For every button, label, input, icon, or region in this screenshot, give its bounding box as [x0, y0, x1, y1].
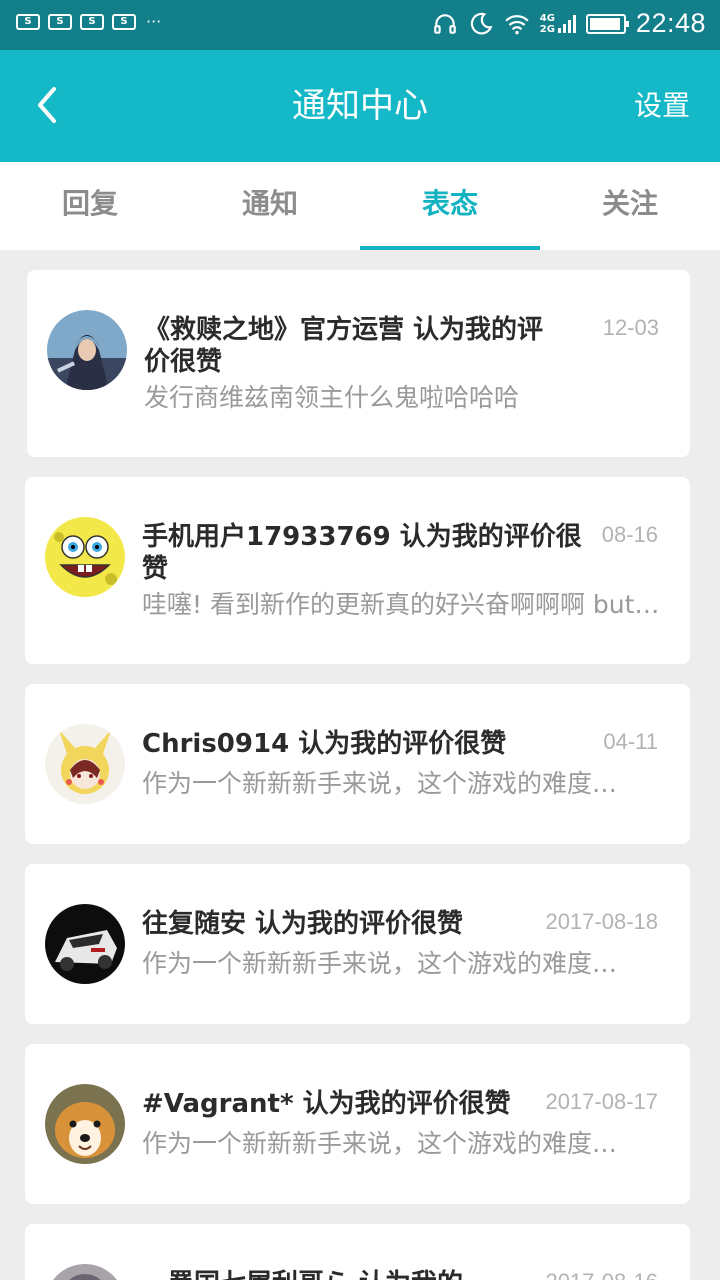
notification-card[interactable]: 往复随安 认为我的评价很赞 2017-08-18 作为一个新新新手来说，这个游戏… — [25, 864, 690, 1024]
fantasy-character-avatar[interactable] — [47, 310, 127, 390]
tab-follows[interactable]: 关注 — [540, 162, 720, 250]
sports-car-avatar[interactable] — [45, 904, 125, 984]
notification-snippet: 作为一个新新新手来说，这个游戏的难度… — [142, 1129, 618, 1158]
notification-title: 《救赎之地》官方运营 认为我的评 — [144, 315, 544, 345]
notification-title: 往复随安 认为我的评价很赞 — [142, 909, 464, 939]
app-bar: 通知中心 设置 — [0, 50, 720, 162]
notification-title-continued: 赞 — [142, 554, 169, 584]
spongebob-avatar[interactable] — [45, 517, 125, 597]
status-time: 22:48 — [635, 8, 706, 38]
page-title: 通知中心 — [292, 86, 428, 126]
moon-icon — [470, 12, 493, 34]
status-bar: S S S S ··· 4G 2G 22:48 — [0, 0, 720, 50]
app-notification-icon: S — [112, 14, 136, 30]
notification-snippet: 作为一个新新新手来说，这个游戏的难度… — [142, 949, 618, 978]
wifi-icon — [505, 14, 529, 34]
headphones-icon — [433, 13, 456, 34]
notification-snippet: 哇噻! 看到新作的更新真的好兴奋啊啊啊 but… — [142, 590, 660, 619]
more-notifications-icon: ··· — [146, 12, 162, 31]
settings-button[interactable]: 设置 — [634, 50, 690, 162]
status-notifications: S S S S ··· — [16, 14, 161, 30]
notification-date: 04-11 — [603, 729, 658, 754]
notification-date: 12-03 — [602, 315, 659, 340]
notification-card[interactable]: #Vagrant* 认为我的评价很赞 2017-08-17 作为一个新新新手来说… — [25, 1044, 690, 1204]
notification-title-continued: 价很赞 — [144, 347, 223, 377]
app-notification-icon: S — [16, 14, 40, 30]
notification-title: Chris0914 认为我的评价很赞 — [142, 729, 507, 759]
corgi-dog-avatar[interactable] — [45, 1084, 125, 1164]
tab-replies[interactable]: 回复 — [0, 162, 180, 250]
signal-icon: 4G 2G — [540, 13, 576, 35]
chevron-left-icon — [38, 87, 56, 123]
notification-card[interactable]: 《救赎之地》官方运营 认为我的评 价很赞 12-03 发行商维兹南领主什么鬼啦哈… — [27, 270, 690, 457]
tab-reactions[interactable]: 表态 — [360, 162, 540, 250]
pikachu-costume-avatar[interactable] — [45, 724, 125, 804]
network-type-label: 2G — [539, 23, 555, 35]
notification-title: 手机用户17933769 认为我的评价很 — [142, 522, 582, 552]
notification-card[interactable]: 手机用户17933769 认为我的评价很 赞 08-16 哇噻! 看到新作的更新… — [25, 477, 690, 664]
notification-date: 2017-08-17 — [545, 1089, 658, 1114]
notification-date: 2017-08-16 — [545, 1264, 658, 1280]
back-button[interactable] — [22, 80, 72, 130]
notification-date: 08-16 — [601, 522, 658, 547]
user-avatar[interactable] — [45, 1264, 125, 1280]
battery-level — [589, 17, 621, 30]
tab-bar: 回复 通知 表态 关注 — [0, 162, 720, 250]
notification-date: 2017-08-18 — [545, 909, 658, 934]
app-notification-icon: S — [48, 14, 72, 30]
notification-title: #Vagrant* 认为我的评价很赞 — [142, 1089, 511, 1119]
notification-title: 一罾国七屠利哥ら 认为我的 — [142, 1266, 463, 1280]
tab-notifications[interactable]: 通知 — [180, 162, 360, 250]
network-type-label: 4G — [539, 12, 555, 24]
battery-icon — [585, 13, 629, 34]
notification-card[interactable]: Chris0914 认为我的评价很赞 04-11 作为一个新新新手来说，这个游戏… — [25, 684, 690, 844]
notification-card[interactable]: 一罾国七屠利哥ら 认为我的 2017-08-16 — [25, 1224, 690, 1280]
notification-snippet: 作为一个新新新手来说，这个游戏的难度… — [142, 769, 618, 798]
app-notification-icon: S — [80, 14, 104, 30]
notification-snippet: 发行商维兹南领主什么鬼啦哈哈哈 — [144, 383, 520, 412]
